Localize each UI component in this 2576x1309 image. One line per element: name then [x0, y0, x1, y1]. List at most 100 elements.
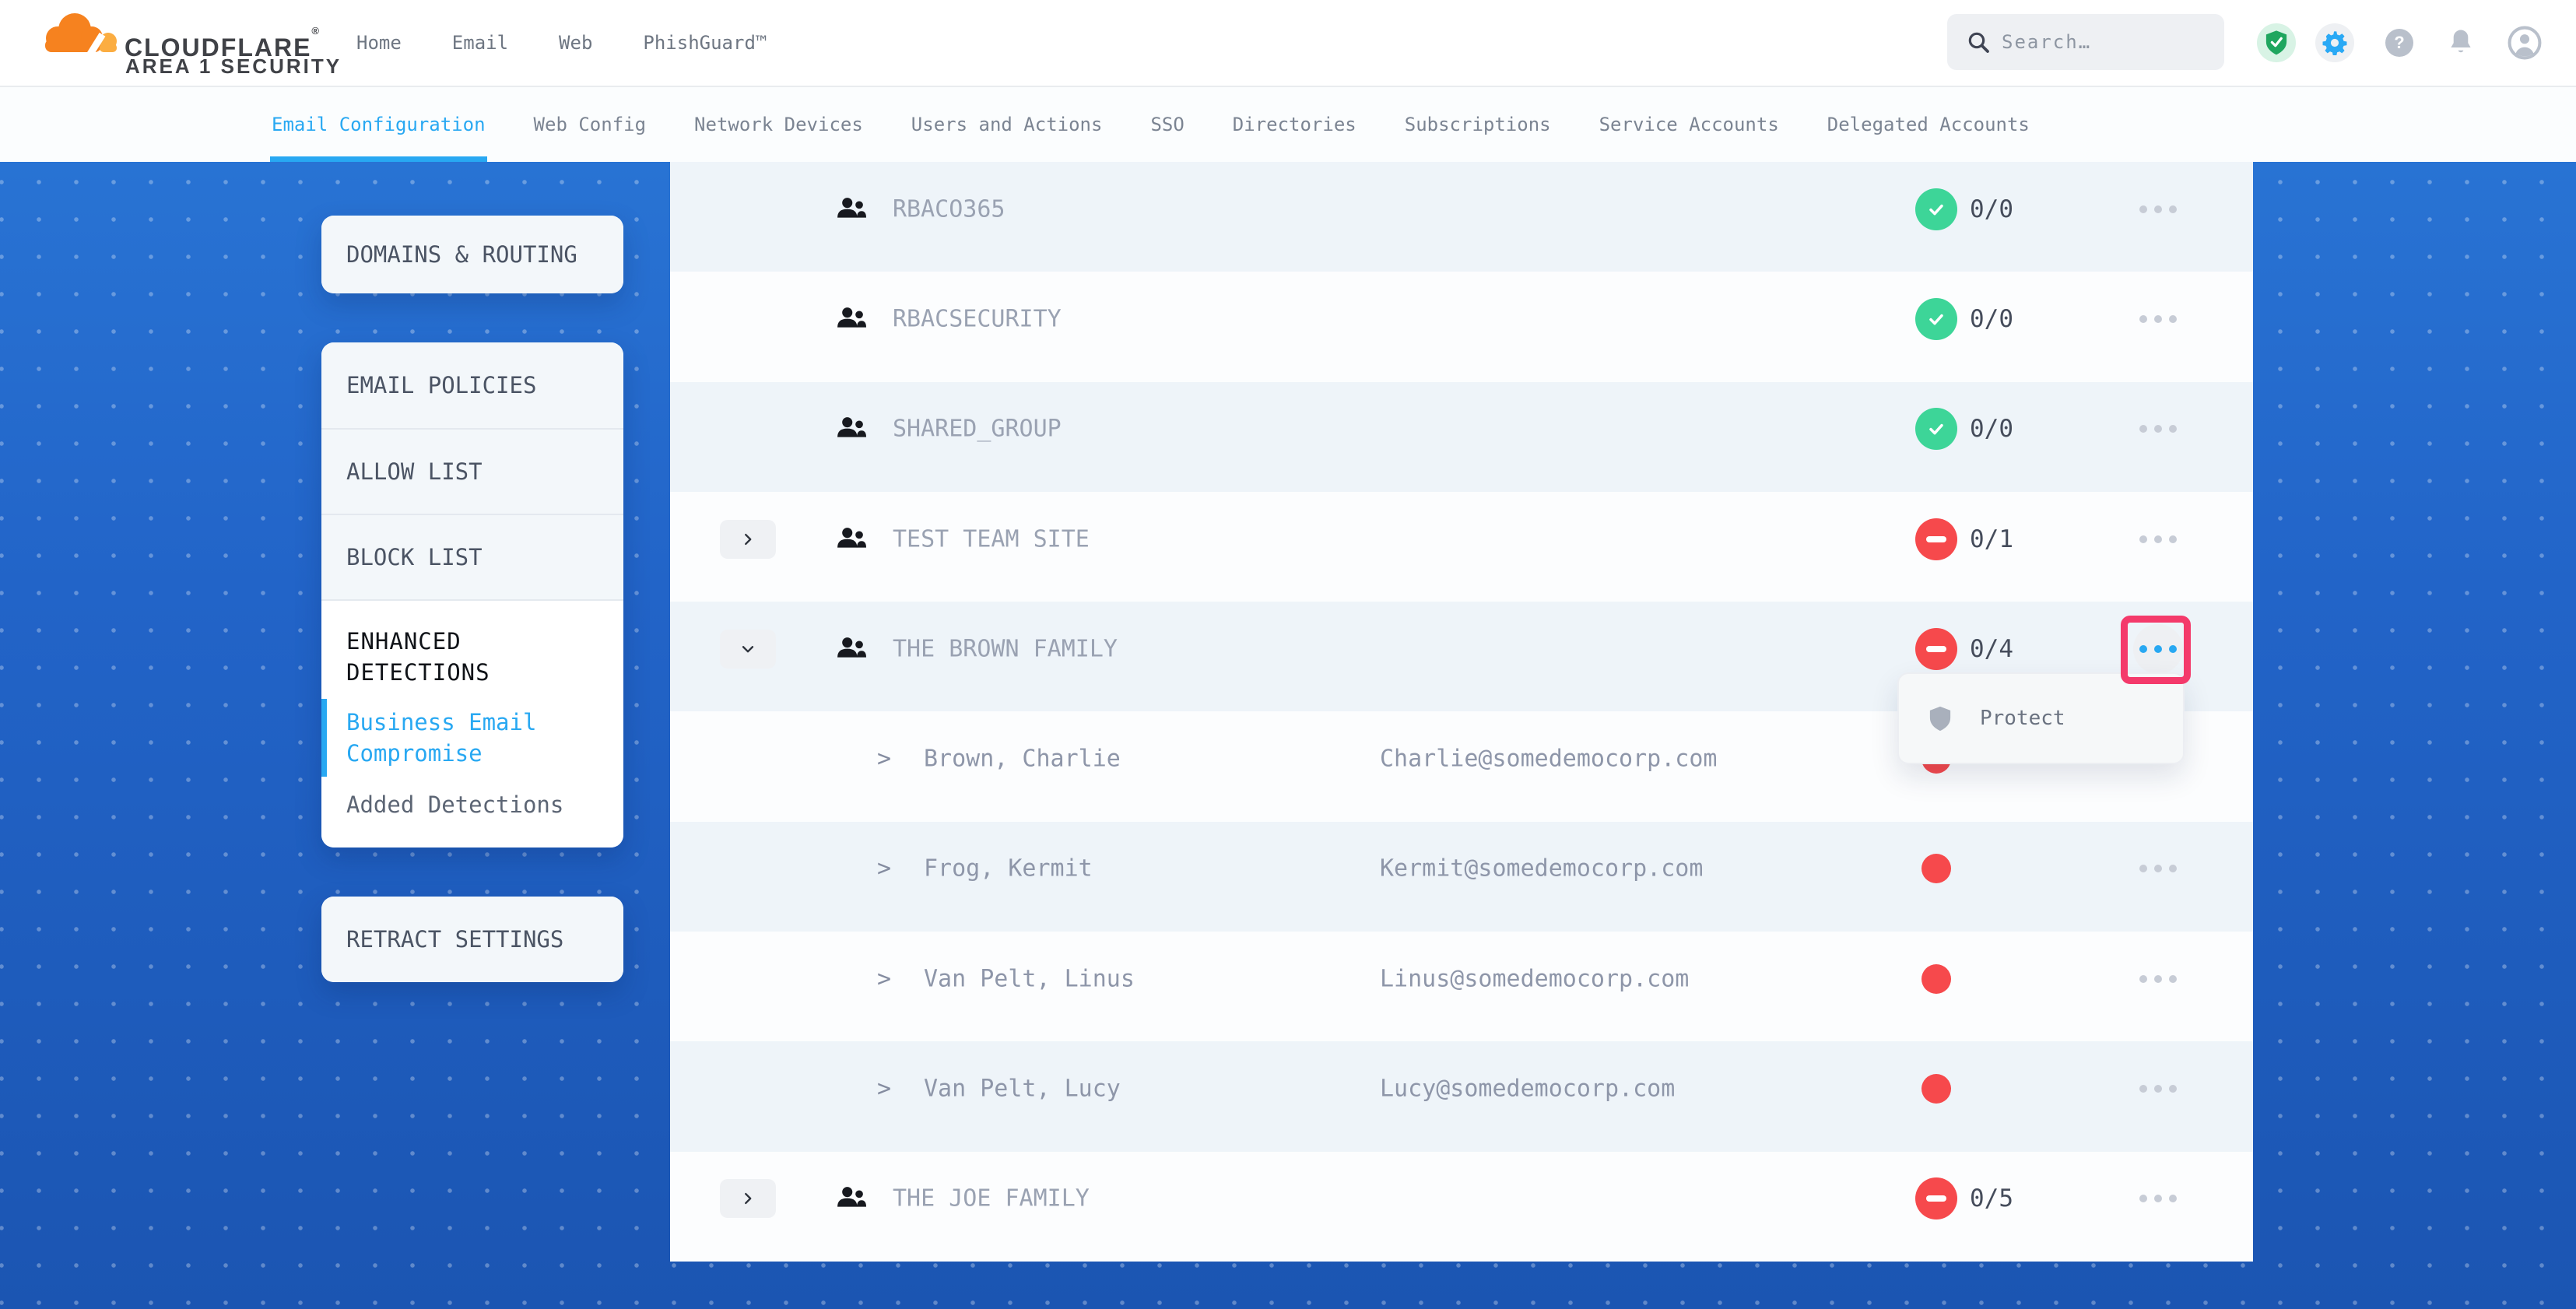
row-menu-button[interactable] — [2133, 514, 2183, 564]
header-nav-email[interactable]: Email — [452, 32, 508, 54]
member-chevron: > — [877, 855, 891, 883]
tab-directories[interactable]: Directories — [1233, 87, 1356, 162]
member-name: Van Pelt, Linus — [924, 965, 1135, 992]
member-email: Kermit@somedemocorp.com — [1380, 855, 1703, 883]
header-nav-web[interactable]: Web — [559, 32, 592, 54]
row-menu-button[interactable] — [2133, 954, 2183, 1004]
group-icon — [837, 306, 866, 332]
sidebar-card-policies: EMAIL POLICIES ALLOW LIST BLOCK LIST ENH… — [321, 342, 623, 848]
status-dot-blocked — [1921, 964, 1951, 994]
member-chevron: > — [877, 965, 891, 992]
minus-icon — [1926, 646, 1946, 652]
sidebar-item-block-list[interactable]: BLOCK LIST — [321, 514, 623, 599]
member-row[interactable]: > Van Pelt, Linus Linus@somedemocorp.com — [670, 932, 2253, 1041]
protection-count: 0/0 — [1970, 195, 2013, 223]
minus-icon — [1926, 1195, 1946, 1202]
account-button[interactable] — [2508, 26, 2542, 60]
tab-email-configuration[interactable]: Email Configuration — [272, 87, 486, 162]
member-name: Brown, Charlie — [924, 746, 1121, 773]
status-dot-blocked — [1921, 854, 1951, 883]
member-name: Van Pelt, Lucy — [924, 1076, 1121, 1103]
sidebar-item-retract-settings[interactable]: RETRACT SETTINGS — [321, 897, 623, 982]
bell-icon — [2447, 27, 2475, 58]
brand-subtitle: AREA 1 SECURITY — [125, 54, 342, 79]
sidebar-section-enhanced-detections: ENHANCED DETECTIONS Business Email Compr… — [321, 599, 623, 848]
row-menu-button[interactable] — [2133, 1174, 2183, 1223]
tab-subscriptions[interactable]: Subscriptions — [1405, 87, 1551, 162]
member-chevron: > — [877, 746, 891, 773]
shield-status-button[interactable] — [2257, 23, 2296, 62]
group-row[interactable]: TEST TEAM SITE 0/1 — [670, 492, 2253, 602]
row-menu-button[interactable] — [2133, 294, 2183, 344]
protection-count: 0/0 — [1970, 305, 2013, 333]
search-box — [1947, 14, 2224, 70]
tab-users-and-actions[interactable]: Users and Actions — [911, 87, 1103, 162]
enhanced-detections-title[interactable]: ENHANCED DETECTIONS — [346, 626, 598, 688]
group-icon — [837, 196, 866, 223]
status-check-badge — [1915, 408, 1957, 450]
sidebar-item-added-detections[interactable]: Added Detections — [346, 789, 598, 820]
tab-network-devices[interactable]: Network Devices — [694, 87, 863, 162]
header-nav-home[interactable]: Home — [356, 32, 402, 54]
protection-count: 0/4 — [1970, 635, 2013, 663]
group-icon — [837, 526, 866, 553]
row-menu-button[interactable] — [2133, 404, 2183, 454]
group-name: RBACO365 — [893, 195, 1005, 223]
gear-icon — [2322, 30, 2347, 55]
row-context-menu[interactable]: Protect — [1897, 672, 2185, 764]
member-name: Frog, Kermit — [924, 855, 1093, 883]
notifications-button[interactable] — [2445, 26, 2476, 60]
group-icon — [837, 1185, 866, 1212]
row-menu-button[interactable] — [2133, 624, 2183, 674]
header-nav: Home Email Web PhishGuard™ — [356, 0, 767, 86]
collapse-group-button[interactable] — [720, 630, 776, 669]
tab-sso[interactable]: SSO — [1150, 87, 1184, 162]
group-row[interactable]: RBACO365 0/0 — [670, 162, 2253, 272]
group-name: THE BROWN FAMILY — [893, 635, 1118, 662]
protection-count: 0/0 — [1970, 415, 2013, 443]
sidebar-card-retract: RETRACT SETTINGS — [321, 897, 623, 982]
shield-check-icon — [2265, 30, 2288, 56]
section-tabs: Email Configuration Web Config Network Dev… — [0, 87, 2576, 162]
group-row[interactable]: SHARED_GROUP 0/0 — [670, 382, 2253, 492]
question-mark-icon: ? — [2394, 33, 2404, 53]
status-dot-blocked — [1921, 1074, 1951, 1104]
sidebar-item-allow-list[interactable]: ALLOW LIST — [321, 428, 623, 514]
protect-menu-item[interactable]: Protect — [1980, 707, 2065, 730]
help-button[interactable]: ? — [2385, 29, 2413, 57]
settings-button[interactable] — [2315, 23, 2354, 62]
registered-mark: ® — [311, 25, 319, 37]
sidebar-item-domains-routing[interactable]: DOMAINS & ROUTING — [321, 216, 623, 293]
tab-web-config[interactable]: Web Config — [534, 87, 647, 162]
status-check-badge — [1915, 188, 1957, 230]
row-menu-button[interactable] — [2133, 184, 2183, 234]
protect-shield-icon — [1928, 704, 1952, 733]
status-blocked-badge — [1915, 518, 1957, 560]
status-blocked-badge — [1915, 1177, 1957, 1220]
expand-group-button[interactable] — [720, 1179, 776, 1218]
row-menu-button[interactable] — [2133, 1064, 2183, 1114]
cloudflare-cloud-icon — [34, 9, 123, 59]
protection-count: 0/5 — [1970, 1184, 2013, 1212]
expand-group-button[interactable] — [720, 520, 776, 559]
tab-service-accounts[interactable]: Service Accounts — [1599, 87, 1779, 162]
tab-delegated-accounts[interactable]: Delegated Accounts — [1827, 87, 2030, 162]
group-icon — [837, 636, 866, 662]
row-menu-button[interactable] — [2133, 844, 2183, 893]
group-row[interactable]: RBACSECURITY 0/0 — [670, 272, 2253, 381]
protection-count: 0/1 — [1970, 525, 2013, 553]
member-row[interactable]: > Frog, Kermit Kermit@somedemocorp.com — [670, 822, 2253, 932]
group-name: RBACSECURITY — [893, 305, 1062, 332]
sidebar-item-business-email-compromise[interactable]: Business Email Compromise — [346, 707, 598, 769]
group-name: TEST TEAM SITE — [893, 525, 1090, 553]
search-input[interactable] — [1947, 14, 2224, 70]
member-email: Linus@somedemocorp.com — [1380, 965, 1689, 992]
sidebar-item-email-policies[interactable]: EMAIL POLICIES — [321, 342, 623, 428]
group-row[interactable]: THE JOE FAMILY 0/5 — [670, 1152, 2253, 1262]
member-chevron: > — [877, 1076, 891, 1103]
member-email: Lucy@somedemocorp.com — [1380, 1076, 1675, 1103]
member-row[interactable]: > Van Pelt, Lucy Lucy@somedemocorp.com — [670, 1041, 2253, 1151]
user-icon — [2508, 26, 2542, 60]
header-nav-phishguard-[interactable]: PhishGuard™ — [643, 32, 767, 54]
sidebar-card-domains: DOMAINS & ROUTING — [321, 216, 623, 293]
